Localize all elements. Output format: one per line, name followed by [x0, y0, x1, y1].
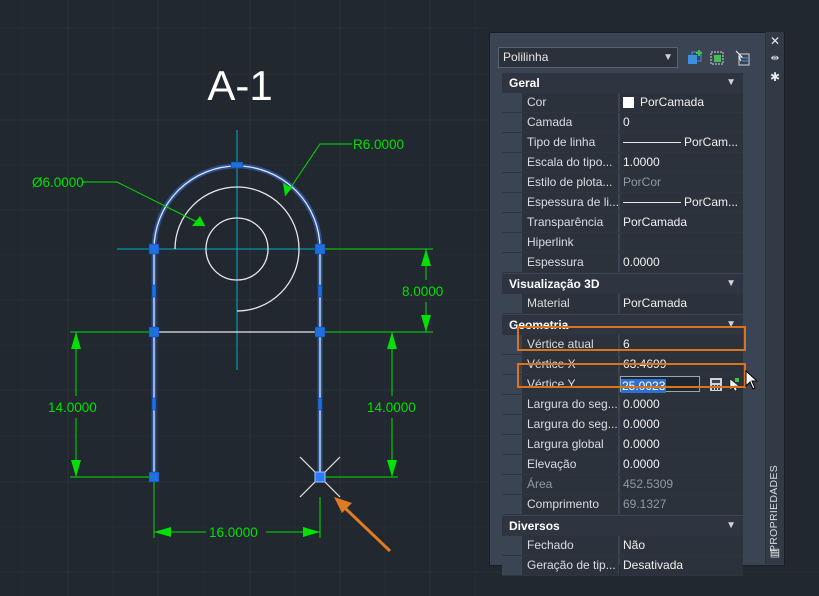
- prop-row[interactable]: Fechado Não: [502, 536, 743, 556]
- highlight-vertex-y: [517, 363, 746, 388]
- toggle-pickadd-icon[interactable]: [733, 49, 751, 67]
- dim-16: 16.0000: [209, 525, 258, 540]
- chevron-down-icon: ▼: [726, 77, 736, 88]
- prop-row[interactable]: Largura do seg... 0.0000: [502, 395, 743, 415]
- prop-row[interactable]: Hiperlink: [502, 233, 743, 253]
- prop-row[interactable]: Cor PorCamada: [502, 93, 743, 113]
- prop-row[interactable]: Escala do tipo... 1.0000: [502, 153, 743, 173]
- close-icon[interactable]: ✕: [769, 35, 781, 47]
- chevron-down-icon: ▼: [663, 52, 673, 63]
- lineweight-preview: [623, 202, 681, 203]
- dim-14-left: 14.0000: [48, 400, 97, 415]
- dim-diameter: Ø6.0000: [32, 175, 84, 190]
- prop-row[interactable]: Espessura 0.0000: [502, 253, 743, 273]
- pin-icon[interactable]: ⇹: [769, 53, 781, 65]
- dim-14-right: 14.0000: [367, 400, 416, 415]
- linetype-preview: [623, 142, 681, 143]
- dimension-texts: Ø6.0000 R6.0000 8.0000 14.0000 14.0000 1…: [32, 137, 443, 540]
- prop-row[interactable]: Transparência PorCamada: [502, 213, 743, 233]
- properties-list: Geral ▼ Cor PorCamada Camada 0 Tipo de l…: [502, 72, 743, 576]
- chevron-down-icon: ▼: [726, 520, 736, 531]
- prop-row[interactable]: Elevação 0.0000: [502, 455, 743, 475]
- dim-radius: R6.0000: [353, 137, 404, 152]
- palette-title: PROPRIEDADES: [768, 464, 780, 552]
- palette-title-bar[interactable]: ✕ ⇹ ✱ PROPRIEDADES ▤: [765, 32, 784, 564]
- dimensions: [70, 143, 433, 538]
- highlight-current-vertex: [517, 326, 746, 351]
- prop-row[interactable]: Largura global 0.0000: [502, 435, 743, 455]
- dim-8: 8.0000: [402, 284, 443, 299]
- prop-row[interactable]: Camada 0: [502, 113, 743, 133]
- object-type-label: Polilinha: [503, 50, 549, 64]
- object-type-select[interactable]: Polilinha ▼: [498, 47, 678, 68]
- select-objects-icon[interactable]: [709, 49, 727, 67]
- mouse-cursor-icon: [745, 370, 759, 390]
- properties-icon[interactable]: ▤: [769, 547, 781, 559]
- prop-row[interactable]: Material PorCamada: [502, 294, 743, 314]
- prop-row[interactable]: Espessura de li... PorCam...: [502, 193, 743, 213]
- quick-select-icon[interactable]: [686, 49, 704, 67]
- dimension-arrows: [71, 183, 431, 537]
- category-visualizacao-3d[interactable]: Visualização 3D ▼: [502, 274, 743, 294]
- color-swatch: [623, 97, 634, 108]
- category-diversos[interactable]: Diversos ▼: [502, 516, 743, 536]
- prop-row[interactable]: Tipo de linha PorCam...: [502, 133, 743, 153]
- prop-row[interactable]: Comprimento 69.1327: [502, 495, 743, 515]
- active-vertex-grip[interactable]: [314, 471, 326, 483]
- drawing-title: A-1: [207, 62, 272, 109]
- chevron-down-icon: ▼: [726, 278, 736, 289]
- prop-row[interactable]: Área 452.5309: [502, 475, 743, 495]
- category-geral[interactable]: Geral ▼: [502, 73, 743, 93]
- prop-row[interactable]: Geração de tip... Desativada: [502, 556, 743, 576]
- pointer-arrow: [334, 497, 392, 553]
- prop-row[interactable]: Estilo de plota... PorCor: [502, 173, 743, 193]
- settings-icon[interactable]: ✱: [769, 71, 781, 83]
- prop-row[interactable]: Largura do seg... 0.0000: [502, 415, 743, 435]
